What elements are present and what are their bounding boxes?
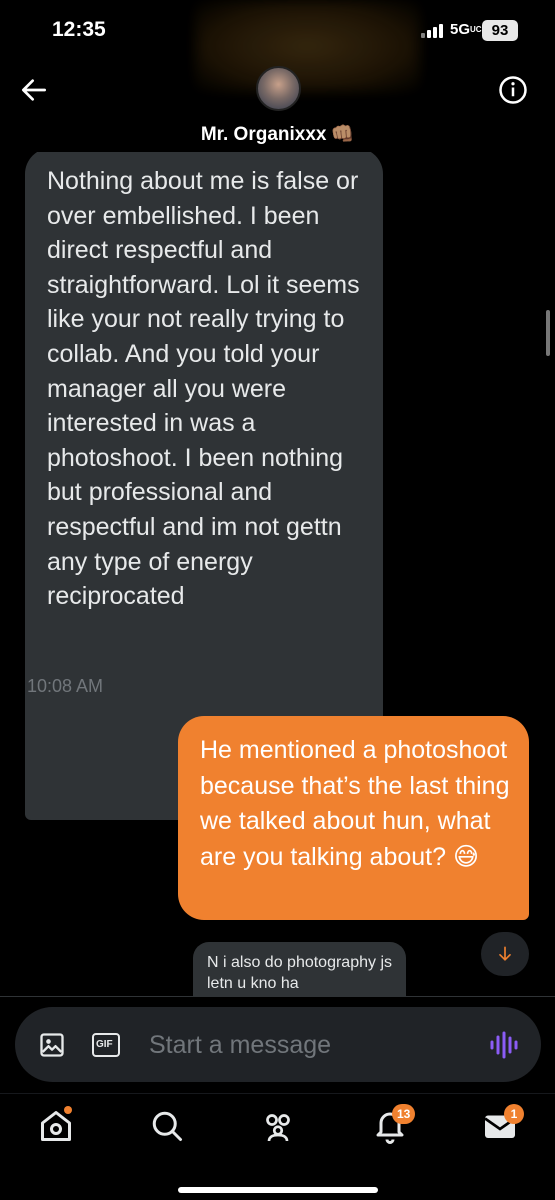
info-icon[interactable] bbox=[498, 75, 528, 105]
conversation-header: Mr. Organixxx 👊🏽 bbox=[0, 62, 555, 152]
signal-icon bbox=[421, 22, 443, 38]
bottom-tab-bar: 13 1 bbox=[0, 1093, 555, 1200]
search-icon bbox=[152, 1111, 182, 1141]
message-timestamp: 10:08 AM bbox=[27, 676, 104, 696]
notification-badge: 13 bbox=[392, 1104, 416, 1124]
tab-home[interactable] bbox=[38, 1106, 74, 1144]
message-thread[interactable]: Nothing about me is false or over embell… bbox=[0, 152, 555, 997]
tab-communities[interactable] bbox=[260, 1108, 296, 1144]
scrollbar[interactable] bbox=[546, 310, 550, 356]
message-composer: GIF bbox=[15, 1007, 541, 1082]
tab-messages[interactable]: 1 bbox=[482, 1104, 524, 1144]
message-input[interactable] bbox=[149, 1025, 469, 1065]
divider bbox=[0, 996, 555, 997]
avatar[interactable] bbox=[256, 66, 301, 111]
back-arrow-icon[interactable] bbox=[18, 74, 50, 106]
scroll-to-bottom-button[interactable] bbox=[481, 932, 529, 976]
home-indicator bbox=[178, 1187, 378, 1193]
network-suffix: UC bbox=[470, 25, 482, 34]
notification-dot bbox=[64, 1106, 72, 1114]
tab-notifications[interactable]: 13 bbox=[372, 1104, 416, 1144]
messages-badge: 1 bbox=[504, 1104, 524, 1124]
network-label: 5G bbox=[450, 21, 471, 38]
status-bar: 12:35 5GUC 93 bbox=[0, 0, 555, 92]
network-indicator: 5GUC bbox=[450, 21, 482, 38]
name-emoji: 👊🏽 bbox=[330, 124, 355, 145]
contact-name-text: Mr. Organixxx bbox=[200, 124, 327, 145]
image-icon[interactable] bbox=[38, 1031, 66, 1059]
gif-label: GIF bbox=[96, 1039, 113, 1050]
status-time: 12:35 bbox=[52, 18, 106, 41]
message-bubble-outgoing[interactable]: He mentioned a photoshoot because that’s… bbox=[178, 716, 529, 920]
people-icon bbox=[266, 1114, 290, 1142]
contact-name[interactable]: Mr. Organixxx 👊🏽 bbox=[0, 122, 555, 146]
message-bubble-incoming[interactable]: N i also do photography js letn u kno ha bbox=[193, 942, 406, 997]
voice-message-icon[interactable] bbox=[489, 1031, 519, 1059]
tab-search[interactable] bbox=[149, 1108, 185, 1144]
battery-icon: 93 bbox=[482, 20, 518, 41]
gif-button[interactable]: GIF bbox=[92, 1033, 120, 1057]
arrow-down-icon bbox=[499, 946, 511, 961]
